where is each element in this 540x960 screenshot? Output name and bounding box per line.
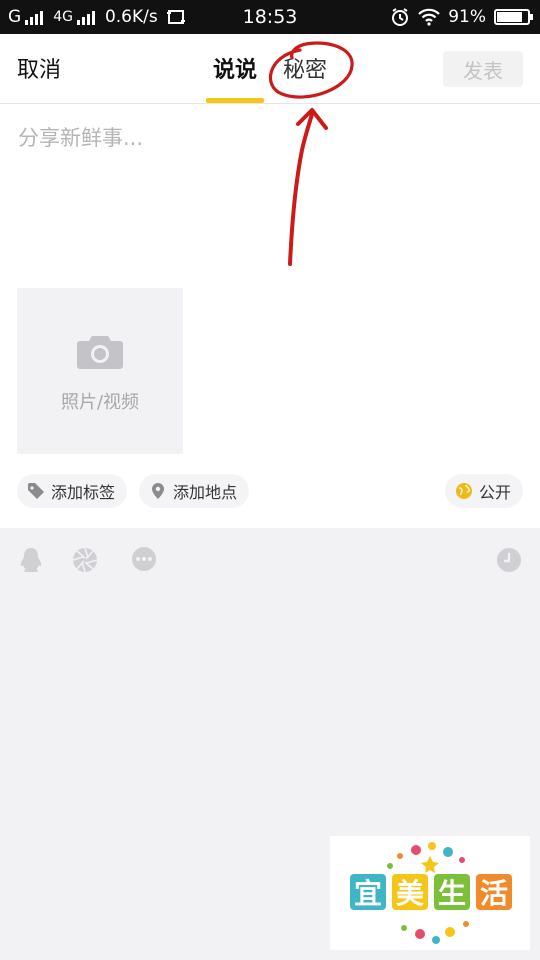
top-nav: 取消 说说 秘密 发表 <box>0 34 540 104</box>
battery-icon <box>494 9 533 25</box>
tag-icon <box>28 483 44 499</box>
watermark-logo: 宜 美 生 活 <box>330 836 530 950</box>
tab-shuoshuo[interactable]: 说说 <box>213 34 257 102</box>
publish-button[interactable]: 发表 <box>443 51 523 87</box>
cancel-button[interactable]: 取消 <box>17 34 61 102</box>
add-location-button[interactable]: 添加地点 <box>139 474 250 508</box>
chat-bubble-icon[interactable] <box>130 546 158 574</box>
active-tab-indicator <box>206 98 264 103</box>
photo-video-label: 照片/视频 <box>60 392 140 413</box>
globe-icon <box>455 483 472 499</box>
status-bar: G 4G 0.6K/s 18:53 91% <box>0 0 540 34</box>
add-tag-label: 添加标签 <box>51 483 116 502</box>
visibility-button[interactable]: 公开 <box>444 474 523 508</box>
camera-icon <box>77 336 123 369</box>
add-location-label: 添加地点 <box>173 483 238 502</box>
watermark-char-4: 活 <box>476 874 512 910</box>
battery-fill <box>497 12 523 22</box>
clock-icon[interactable] <box>495 546 523 574</box>
aperture-icon[interactable] <box>71 546 99 574</box>
watermark-char-2: 美 <box>392 874 428 910</box>
bottom-toolbar <box>0 528 540 598</box>
post-text-input[interactable] <box>18 122 518 272</box>
wifi-icon <box>418 8 440 26</box>
visibility-label: 公开 <box>478 483 511 502</box>
tab-secret[interactable]: 秘密 <box>283 34 327 102</box>
alarm-icon <box>392 8 409 26</box>
watermark-char-3: 生 <box>434 874 470 910</box>
location-pin-icon <box>152 483 164 499</box>
qq-penguin-icon[interactable] <box>17 546 45 574</box>
watermark-text: 宜 美 生 活 <box>350 874 512 910</box>
add-photo-video-button[interactable]: 照片/视频 <box>17 288 183 454</box>
watermark-char-1: 宜 <box>350 874 386 910</box>
battery-percent: 91% <box>448 7 486 27</box>
compose-area: 照片/视频 添加标签 添加地点 公开 <box>0 104 540 528</box>
add-tag-button[interactable]: 添加标签 <box>17 474 128 508</box>
status-right: 91% <box>390 0 533 34</box>
